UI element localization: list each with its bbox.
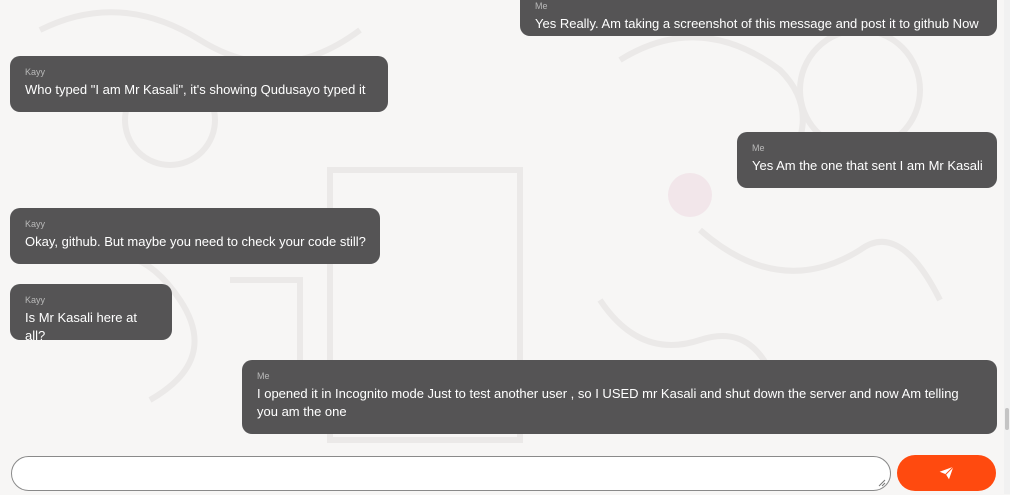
message-bubble-me: Me I opened it in Incognito mode Just to…: [242, 360, 997, 434]
message-sender: Kayy: [25, 219, 46, 229]
scrollbar-thumb[interactable]: [1005, 408, 1009, 430]
message-sender: Kayy: [25, 295, 46, 305]
resize-grip-icon[interactable]: [878, 479, 886, 487]
message-bubble-kayy: Kayy Okay, github. But maybe you need to…: [10, 208, 380, 264]
message-text: Yes Really. Am taking a screenshot of th…: [535, 16, 979, 31]
message-text: Okay, github. But maybe you need to chec…: [25, 234, 366, 249]
message-text: Who typed "I am Mr Kasali", it's showing…: [25, 82, 366, 97]
send-icon: [939, 466, 954, 480]
chat-messages-area[interactable]: Me Yes Really. Am taking a screenshot of…: [0, 0, 1010, 440]
message-text: Is Mr Kasali here at all?: [25, 310, 137, 343]
chat-scrollbar[interactable]: [1004, 0, 1010, 494]
message-sender: Me: [257, 371, 270, 381]
message-sender: Kayy: [25, 67, 46, 77]
send-button[interactable]: [897, 455, 996, 491]
message-sender: Me: [752, 143, 765, 153]
message-bubble-kayy: Kayy Who typed "I am Mr Kasali", it's sh…: [10, 56, 388, 112]
message-bubble-kayy: Kayy Is Mr Kasali here at all?: [10, 284, 172, 343]
message-text: I opened it in Incognito mode Just to te…: [257, 386, 959, 419]
message-bubble-me: Me Yes Am the one that sent I am Mr Kasa…: [737, 132, 997, 188]
message-input-wrapper: [11, 456, 891, 491]
message-sender: Me: [535, 1, 548, 11]
message-input[interactable]: [12, 457, 890, 490]
message-bubble-me: Me Yes Really. Am taking a screenshot of…: [520, 0, 997, 36]
message-text: Yes Am the one that sent I am Mr Kasali: [752, 158, 983, 173]
